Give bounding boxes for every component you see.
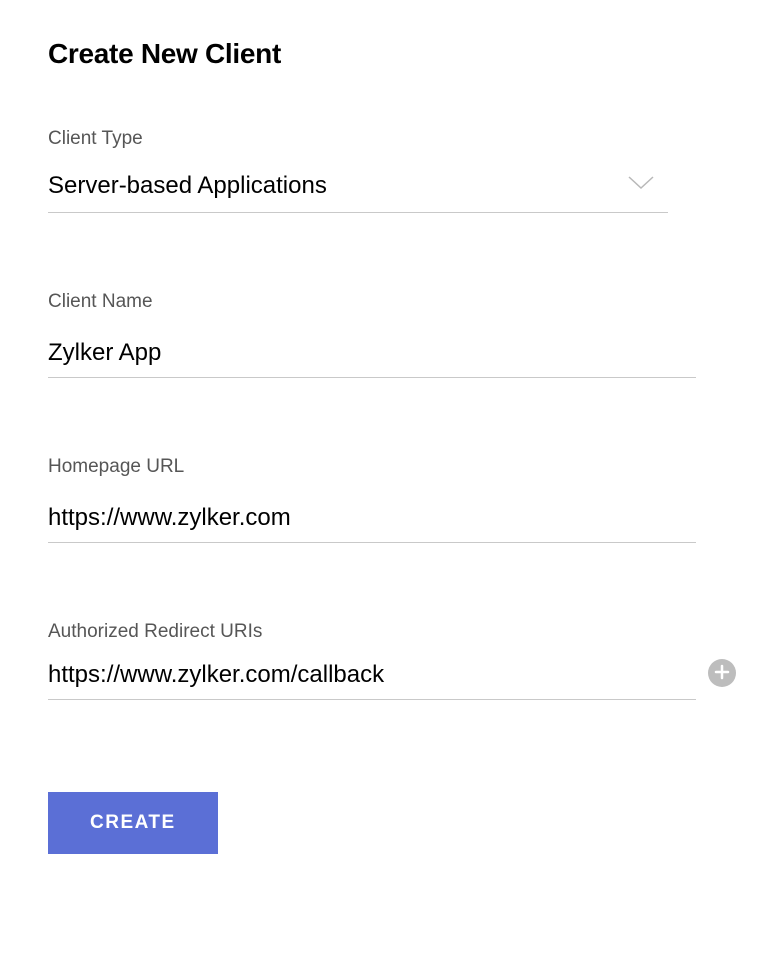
redirect-uris-label: Authorized Redirect URIs: [48, 621, 730, 643]
plus-icon: [714, 664, 730, 683]
redirect-uri-input[interactable]: [48, 657, 696, 700]
client-type-select[interactable]: Server-based Applications: [48, 172, 668, 213]
client-type-group: Client Type Server-based Applications: [48, 128, 730, 213]
redirect-uri-row: [48, 657, 736, 700]
page-title: Create New Client: [48, 38, 730, 70]
create-button[interactable]: CREATE: [48, 792, 218, 854]
homepage-url-input[interactable]: [48, 500, 696, 543]
client-type-label: Client Type: [48, 128, 730, 150]
homepage-url-label: Homepage URL: [48, 456, 730, 478]
client-name-label: Client Name: [48, 291, 730, 313]
homepage-url-group: Homepage URL: [48, 456, 730, 543]
client-name-group: Client Name: [48, 291, 730, 378]
client-type-value: Server-based Applications: [48, 172, 327, 199]
redirect-uris-group: Authorized Redirect URIs: [48, 621, 730, 700]
client-name-input[interactable]: [48, 335, 696, 378]
chevron-down-icon: [628, 176, 654, 195]
add-redirect-uri-button[interactable]: [708, 659, 736, 687]
